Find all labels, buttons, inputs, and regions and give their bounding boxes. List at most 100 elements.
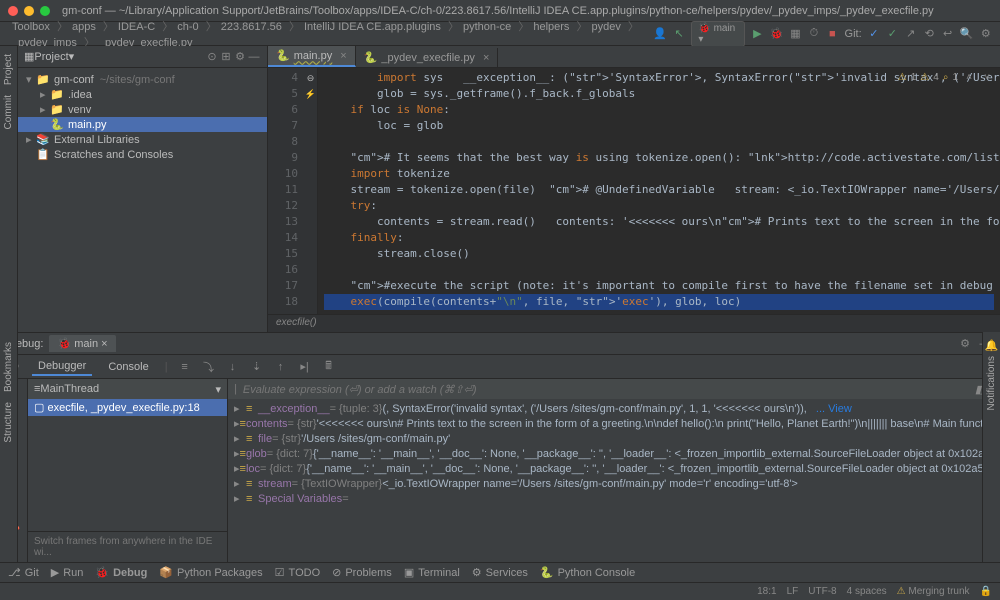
debug-icon[interactable]: 🐞 — [770, 27, 784, 41]
vcs-rollback-icon[interactable]: ↩ — [941, 27, 953, 41]
tree-row[interactable]: 📋Scratches and Consoles — [18, 147, 267, 162]
profile-icon[interactable]: ⏱ — [808, 27, 820, 41]
breadcrumb-item[interactable]: IntelliJ IDEA CE.app.plugins — [300, 21, 445, 33]
user-icon[interactable]: 👤 — [653, 27, 667, 41]
tree-row[interactable]: ▸📁venv — [18, 102, 267, 117]
thread-selector[interactable]: ≡ MainThread ▾ — [28, 379, 227, 399]
frames-icon[interactable]: ≡ — [178, 360, 192, 374]
line-ending[interactable]: LF — [787, 586, 799, 597]
step-into-my-icon[interactable]: ⇣ — [250, 360, 264, 374]
editor-inspection[interactable]: ⚠1 ⚠4 ⌕1 ˄ ˅ — [898, 70, 994, 84]
variable-row[interactable]: ▸≡ loc = {dict: 7} {'__name__': '__main_… — [232, 461, 996, 476]
bottom-tool-problems[interactable]: ⊘Problems — [332, 566, 392, 579]
breadcrumb-item[interactable]: 223.8617.56 — [217, 21, 286, 33]
maximize-window-icon[interactable] — [40, 6, 50, 16]
search-icon[interactable]: 🔍 — [960, 27, 974, 41]
breadcrumb-item[interactable]: helpers — [529, 21, 573, 33]
bottom-tool-terminal[interactable]: ▣Terminal — [404, 566, 460, 579]
tab-project[interactable]: Project — [3, 50, 14, 89]
variable-row[interactable]: ▸≡ file = {str} '/Users /sites/gm-conf/m… — [232, 431, 996, 446]
gear-icon[interactable]: ⚙ — [958, 337, 972, 351]
breadcrumb-item[interactable]: IDEA-C — [114, 21, 159, 33]
editor-breadcrumb[interactable]: execfile() — [268, 314, 1000, 332]
variable-row[interactable]: ▸≡ stream = {TextIOWrapper} <_io.TextIOW… — [232, 476, 996, 491]
editor-body[interactable]: 456789101112131415161718 ⊖ ⚡ import sys … — [268, 68, 1000, 314]
tree-row[interactable]: ▸📁.idea — [18, 87, 267, 102]
breadcrumb-item[interactable]: ch-0 — [173, 21, 202, 33]
run-icon[interactable]: ▶ — [751, 27, 763, 41]
breadcrumb-item[interactable]: pydev — [588, 21, 625, 33]
tab-structure[interactable]: Structure — [3, 398, 14, 447]
git-branch[interactable]: ⚠ Merging trunk — [897, 586, 970, 597]
variable-row[interactable]: ▸≡ contents = {str} '<<<<<<< ours\n# Pri… — [232, 416, 996, 431]
indent[interactable]: 4 spaces — [847, 586, 887, 597]
debug-session-tab[interactable]: 🐞 main × — [49, 335, 115, 352]
vcs-push-icon[interactable]: ↗ — [905, 27, 917, 41]
warn-count-3: 1 — [952, 72, 958, 83]
editor-area: 🐍main.py×🐍_pydev_execfile.py× 4567891011… — [268, 46, 1000, 332]
breadcrumb-item[interactable]: apps — [68, 21, 100, 33]
caret-position[interactable]: 18:1 — [757, 586, 776, 597]
breadcrumb-item[interactable]: Toolbox — [8, 21, 54, 33]
hammer-icon[interactable]: ↖ — [673, 27, 685, 41]
tab-commit[interactable]: Commit — [3, 91, 14, 133]
notification-bell-icon[interactable]: 🔔 — [985, 338, 999, 352]
evaluate-icon[interactable]: 🖩 — [322, 360, 336, 374]
close-tab-icon[interactable]: × — [483, 52, 489, 64]
debugger-tab[interactable]: Debugger — [32, 358, 92, 376]
variable-row[interactable]: ▸≡ glob = {dict: 7} {'__name__': '__main… — [232, 446, 996, 461]
minimize-window-icon[interactable] — [24, 6, 34, 16]
run-config-selector[interactable]: 🐞 main ▾ — [691, 21, 745, 47]
tree-row[interactable]: ▾📁gm-conf~/sites/gm-conf — [18, 72, 267, 87]
stop-icon[interactable]: ■ — [826, 27, 838, 41]
close-tab-icon[interactable]: × — [340, 50, 346, 62]
select-opened-icon[interactable]: ⊙ — [205, 50, 219, 64]
bottom-tool-services[interactable]: ⚙Services — [472, 566, 528, 579]
console-tab[interactable]: Console — [102, 359, 154, 375]
variable-row[interactable]: ▸≡ Special Variables = — [232, 491, 996, 506]
code-area[interactable]: import sys __exception__: ("str">'Syntax… — [318, 68, 1000, 314]
variables-list[interactable]: ▸≡ __exception__ = {tuple: 3} (, SyntaxE… — [228, 399, 1000, 562]
tab-bookmarks[interactable]: Bookmarks — [3, 338, 14, 396]
bottom-tool-python-packages[interactable]: 📦Python Packages — [159, 566, 262, 579]
editor-tab[interactable]: 🐍_pydev_execfile.py× — [356, 48, 499, 67]
close-window-icon[interactable] — [8, 6, 18, 16]
chevron-up-icon[interactable]: ˄ — [962, 70, 976, 84]
hide-icon[interactable]: — — [247, 50, 261, 64]
bottom-tool-git[interactable]: ⎇Git — [8, 566, 39, 579]
bottom-tool-python-console[interactable]: 🐍Python Console — [540, 566, 635, 579]
encoding[interactable]: UTF-8 — [808, 586, 836, 597]
variable-row[interactable]: ▸≡ __exception__ = {tuple: 3} (, SyntaxE… — [232, 401, 996, 416]
vcs-update-icon[interactable]: ✓ — [868, 27, 880, 41]
warn-count-2: 4 — [933, 72, 939, 83]
settings-icon[interactable]: ⚙ — [980, 27, 992, 41]
warning-icon: ⌕ — [943, 72, 949, 83]
tree-row[interactable]: 🐍main.py — [18, 117, 267, 132]
debug-toolbar: ↻ Debugger Console | ≡ ⤵ ↓ ⇣ ↑ ▸| 🖩 — [0, 355, 1000, 379]
breadcrumb-item[interactable]: python-ce — [459, 21, 515, 33]
run-to-cursor-icon[interactable]: ▸| — [298, 360, 312, 374]
tab-notifications[interactable]: Notifications — [986, 352, 997, 414]
bottom-tool-debug[interactable]: 🐞Debug — [95, 566, 147, 579]
editor-tab[interactable]: 🐍main.py× — [268, 46, 356, 67]
vcs-commit-icon[interactable]: ✓ — [886, 27, 898, 41]
bottom-tool-todo[interactable]: ☑TODO — [275, 566, 320, 579]
step-into-icon[interactable]: ↓ — [226, 360, 240, 374]
step-out-icon[interactable]: ↑ — [274, 360, 288, 374]
bottom-tool-run[interactable]: ▶Run — [51, 566, 84, 579]
step-over-icon[interactable]: ⤵ — [202, 360, 216, 374]
view-link[interactable]: ... View — [810, 403, 852, 415]
frame-row[interactable]: ▢ execfile, _pydev_execfile.py:18 — [28, 399, 227, 416]
tree-row[interactable]: ▸📚External Libraries — [18, 132, 267, 147]
vcs-history-icon[interactable]: ⟲ — [923, 27, 935, 41]
debug-session-name: main — [74, 338, 98, 350]
project-tree[interactable]: ▾📁gm-conf~/sites/gm-conf▸📁.idea▸📁venv🐍ma… — [18, 68, 267, 166]
run-config-name: main — [714, 23, 736, 34]
chevron-down-icon[interactable]: ˅ — [980, 70, 994, 84]
gear-icon[interactable]: ⚙ — [233, 50, 247, 64]
evaluate-input[interactable]: |Evaluate expression (⏎) or add a watch … — [228, 379, 1000, 399]
coverage-icon[interactable]: ▦ — [789, 27, 801, 41]
expand-icon[interactable]: ⊞ — [219, 50, 233, 64]
lock-icon[interactable]: 🔒 — [980, 586, 992, 597]
thread-name: MainThread — [40, 383, 99, 395]
